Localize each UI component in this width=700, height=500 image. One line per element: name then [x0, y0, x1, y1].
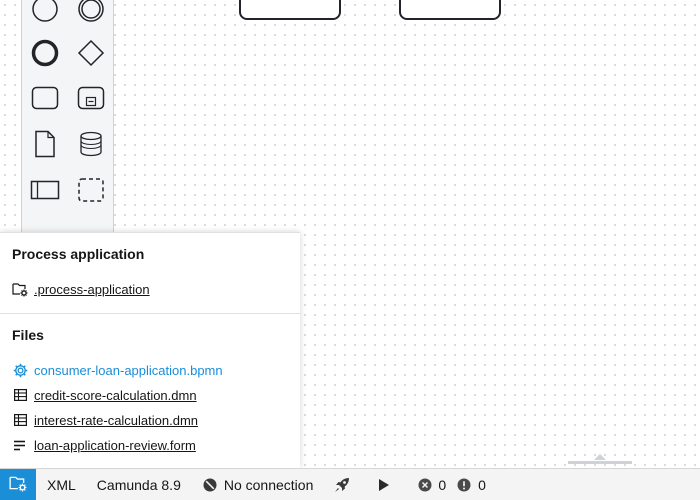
data-store-icon[interactable] [74, 127, 108, 161]
intermediate-event-icon[interactable] [74, 0, 108, 26]
process-application-title: Process application [12, 246, 145, 262]
folder-gear-icon [12, 281, 28, 297]
group-icon[interactable] [74, 173, 108, 207]
table-icon [12, 387, 28, 403]
canvas-task-shape[interactable] [399, 0, 501, 20]
play-icon [378, 478, 390, 492]
panel-resize-caret[interactable] [594, 454, 606, 460]
process-application-file-link[interactable]: .process-application [12, 280, 150, 298]
connection-label: No connection [223, 476, 314, 493]
canvas-task-shape[interactable] [239, 0, 341, 20]
tool-palette [21, 0, 114, 234]
process-application-button[interactable] [0, 468, 36, 500]
file-label: interest-rate-calculation.dmn [34, 412, 199, 428]
file-label: loan-application-review.form [34, 437, 196, 453]
no-connection-icon [203, 478, 217, 492]
warnings-count: 0 [478, 476, 486, 493]
gateway-icon[interactable] [74, 36, 108, 70]
error-icon [418, 478, 432, 492]
problems-button[interactable]: 0 0 [418, 469, 486, 500]
form-icon [12, 437, 28, 453]
engine-version-label: Camunda 8.9 [96, 476, 181, 493]
connection-status[interactable]: No connection [203, 469, 314, 500]
gear-icon [12, 362, 28, 378]
engine-version-selector[interactable]: Camunda 8.9 [97, 469, 181, 500]
rocket-icon [333, 476, 351, 494]
status-bar: XML Camunda 8.9 No connection 0 0 [0, 468, 700, 500]
deploy-button[interactable] [333, 469, 351, 500]
file-item[interactable]: consumer-loan-application.bpmn [12, 361, 223, 379]
data-object-icon[interactable] [28, 127, 62, 161]
warning-icon [457, 478, 471, 492]
file-item[interactable]: credit-score-calculation.dmn [12, 386, 197, 404]
popup-divider [0, 313, 300, 314]
file-label: consumer-loan-application.bpmn [34, 362, 223, 378]
task-icon[interactable] [28, 81, 62, 115]
run-button[interactable] [378, 469, 390, 500]
pool-icon[interactable] [28, 173, 62, 207]
file-label: credit-score-calculation.dmn [34, 387, 197, 403]
end-event-icon[interactable] [28, 36, 62, 70]
files-title: Files [12, 327, 44, 343]
process-application-popup: Process application .process-application… [0, 232, 300, 468]
xml-label: XML [47, 476, 76, 493]
file-item[interactable]: interest-rate-calculation.dmn [12, 411, 198, 429]
panel-resize-handle[interactable] [568, 461, 632, 464]
process-application-file-label: .process-application [34, 281, 150, 297]
errors-count: 0 [438, 476, 447, 493]
xml-view-button[interactable]: XML [47, 469, 76, 500]
start-event-icon[interactable] [28, 0, 62, 26]
table-icon [12, 412, 28, 428]
subprocess-icon[interactable] [74, 81, 108, 115]
file-item[interactable]: loan-application-review.form [12, 436, 196, 454]
folder-gear-icon [9, 474, 27, 495]
